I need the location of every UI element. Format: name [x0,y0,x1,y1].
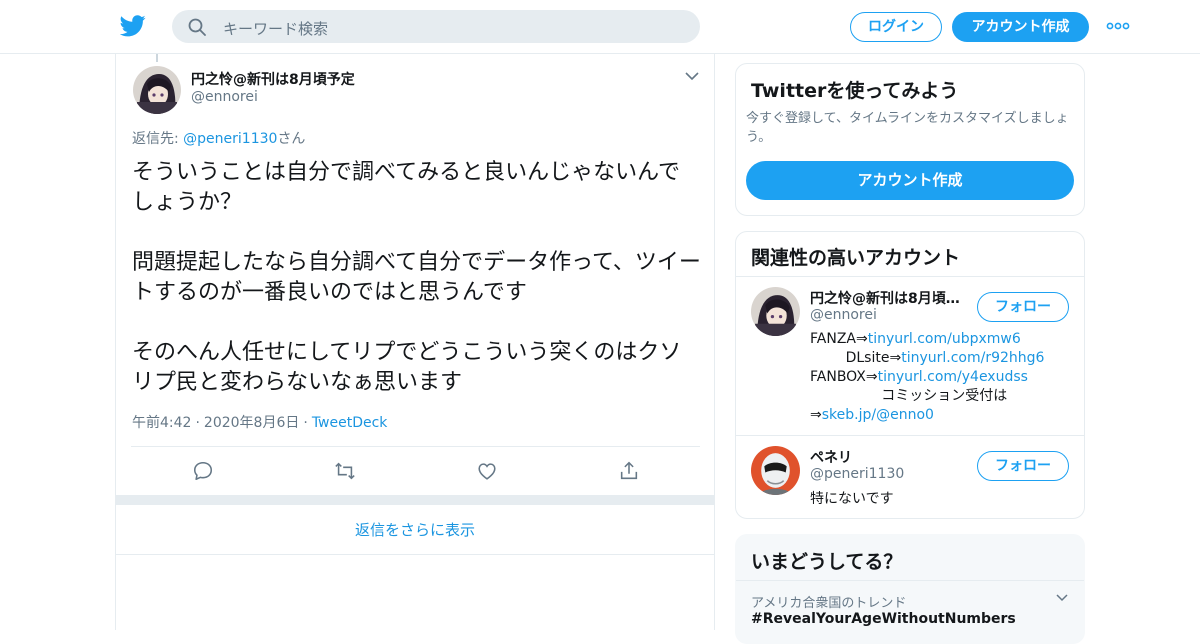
divider [736,580,1084,581]
follow-button[interactable]: フォロー [977,451,1069,481]
related-accounts-card: 関連性の高いアカウント 円之怜@新刊は8月頃予定 @ennorei フォロー F… [735,231,1085,519]
avatar[interactable] [751,446,800,495]
tweet-author-name[interactable]: 円之怜@新刊は8月頃予定 [191,69,355,89]
bio-text: コミッション受付は [810,388,1008,404]
avatar-mask-icon [751,446,800,495]
divider [131,446,700,447]
account-name[interactable]: 円之怜@新刊は8月頃予定 [810,288,970,308]
signup-card: Twitterを使ってみよう 今すぐ登録して、タイムラインをカスタマイズしましょ… [735,63,1085,216]
trends-title: いまどうしてる？ [751,551,903,573]
tweet-author-handle[interactable]: @ennorei [191,89,258,105]
account-bio: 特にないです [810,491,894,507]
account-handle[interactable]: @ennorei [810,307,877,323]
reply-icon[interactable] [192,460,214,482]
bio-text: FANBOX⇒ [810,369,878,385]
tweet-metadata: 午前4:42 · 2020年8月6日 · TweetDeck [132,415,388,431]
trend-context: アメリカ合衆国のトレンド [751,596,907,611]
trend-item[interactable]: #RevealYourAgeWithoutNumbers [751,611,1016,627]
reply-to-suffix: さん [277,131,306,147]
bio-link[interactable]: skeb.jp/@enno0 [822,407,934,423]
search-input[interactable]: キーワード検索 [223,18,328,39]
signup-button[interactable]: アカウント作成 [952,12,1089,42]
more-options-icon[interactable] [1106,19,1130,33]
trends-card: いまどうしてる？ アメリカ合衆国のトレンド #RevealYourAgeWith… [735,534,1085,644]
follow-button[interactable]: フォロー [977,292,1069,322]
share-icon[interactable] [618,460,640,482]
tweet-date: 2020年8月6日 [203,415,300,431]
search-icon [188,18,206,36]
reply-to-handle-link[interactable]: @peneri1130 [183,131,277,147]
section-gap [116,495,714,505]
avatar-illustration-icon [133,66,181,114]
avatar-illustration-icon [751,287,800,336]
reply-to-line: 返信先: @peneri1130さん [132,128,305,148]
tweet-time: 午前4:42 [132,415,192,431]
thread-connector [156,54,158,62]
account-bio: FANZA⇒tinyurl.com/ubpxmw6 DLsite⇒tinyurl… [810,330,1044,425]
bio-link[interactable]: tinyurl.com/y4exudss [878,369,1028,385]
signup-card-title: Twitterを使ってみよう [751,80,959,102]
tweet-thread-column: 円之怜@新刊は8月頃予定 @ennorei 返信先: @peneri1130さん… [115,54,715,630]
account-handle[interactable]: @peneri1130 [810,466,904,482]
avatar[interactable] [751,287,800,336]
bio-text: DLsite⇒ [810,350,902,366]
chevron-down-icon[interactable] [1055,593,1069,603]
tweet-source-link[interactable]: TweetDeck [312,415,388,431]
like-icon[interactable] [476,460,498,482]
bio-link[interactable]: tinyurl.com/r92hhg6 [901,350,1044,366]
search-bar[interactable]: キーワード検索 [172,10,700,43]
related-accounts-title: 関連性の高いアカウント [751,247,961,269]
top-bar: キーワード検索 ログイン アカウント作成 [0,0,1200,54]
account-name[interactable]: ペネリ [810,447,970,467]
bio-link[interactable]: tinyurl.com/ubpxmw6 [868,331,1021,347]
related-account-item: 円之怜@新刊は8月頃予定 @ennorei フォロー FANZA⇒tinyurl… [736,277,1084,435]
twitter-bird-logo-icon[interactable] [120,14,146,38]
related-account-item: ペネリ @peneri1130 フォロー 特にないです [736,436,1084,518]
reply-to-prefix: 返信先: [132,131,184,147]
bio-text: ⇒ [810,407,822,423]
chevron-down-icon[interactable] [684,70,700,82]
avatar[interactable] [133,66,181,114]
bio-text: FANZA⇒ [810,331,868,347]
show-more-replies-link[interactable]: 返信をさらに表示 [116,505,714,555]
login-button[interactable]: ログイン [850,12,942,42]
retweet-icon[interactable] [334,460,356,482]
tweet-action-bar [116,454,716,488]
create-account-button[interactable]: アカウント作成 [746,161,1074,200]
signup-card-description: 今すぐ登録して、タイムラインをカスタマイズしましょう。 [746,111,1069,145]
tweet-text: そういうことは自分で調べてみると良いんじゃないんでしょうか？ 問題提起したなら自… [132,160,701,395]
